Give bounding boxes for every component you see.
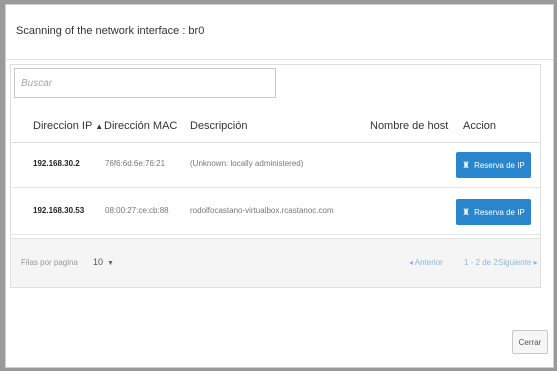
row-description: (Unknown: locally administered) — [190, 159, 304, 168]
column-header-action: Accion — [463, 120, 497, 132]
reserve-ip-button[interactable]: ♜ Reserva de IP — [456, 199, 531, 225]
search-input[interactable] — [14, 68, 276, 98]
chevron-down-icon: ▼ — [107, 260, 114, 267]
close-button[interactable]: Cerrar — [512, 330, 548, 354]
caret-up-icon: ▲ — [95, 122, 104, 131]
column-header-ip[interactable]: Direccion IP ▲ — [33, 120, 103, 132]
row-description: rodolfocastano-virtualbox.rcastanoc.com — [190, 206, 334, 215]
rows-per-page-value: 10 — [93, 257, 104, 267]
reserve-ip-label: Reserva de IP — [474, 207, 525, 217]
reserve-ip-button[interactable]: ♜ Reserva de IP — [456, 152, 531, 178]
row-mac: 08:00:27:ce:cb:88 — [105, 206, 169, 215]
row-ip: 192.168.30.2 — [33, 159, 80, 168]
dialog-title: Scanning of the network interface : br0 — [16, 25, 205, 37]
previous-page-label: Anterior — [414, 258, 443, 267]
next-page-link[interactable]: Siguiente ▸ — [498, 258, 538, 267]
row-ip: 192.168.30.53 — [33, 206, 85, 215]
rows-per-page-label: Filas por pagina — [21, 258, 78, 267]
column-header-mac[interactable]: Dirección MAC — [104, 120, 177, 132]
reserve-icon: ♜ — [462, 206, 471, 217]
chevron-left-icon: ◂ — [409, 258, 414, 267]
next-page-label: Siguiente — [498, 258, 532, 267]
column-header-description[interactable]: Descripción — [190, 120, 247, 132]
previous-page-link[interactable]: ◂ Anterior — [409, 258, 443, 267]
reserve-ip-label: Reserva de IP — [474, 160, 525, 170]
rows-per-page-select[interactable]: 10 ▼ — [93, 257, 114, 267]
dialog-header: Scanning of the network interface : br0 — [6, 5, 553, 60]
reserve-icon: ♜ — [462, 159, 471, 170]
column-header-hostname[interactable]: Nombre de host — [370, 120, 448, 132]
column-header-ip-label: Direccion IP — [33, 120, 93, 132]
chevron-right-icon: ▸ — [533, 258, 538, 267]
table-row: 192.168.30.2 76f6:6d:6e:76:21 (Unknown: … — [11, 143, 540, 188]
page-range: 1 - 2 de 2 — [464, 258, 498, 267]
table-row: 192.168.30.53 08:00:27:ce:cb:88 rodolfoc… — [11, 190, 540, 235]
row-mac: 76f6:6d:6e:76:21 — [105, 159, 166, 168]
pagination-bar: Filas por pagina 10 ▼ ◂ Anterior 1 - 2 de… — [11, 238, 540, 287]
